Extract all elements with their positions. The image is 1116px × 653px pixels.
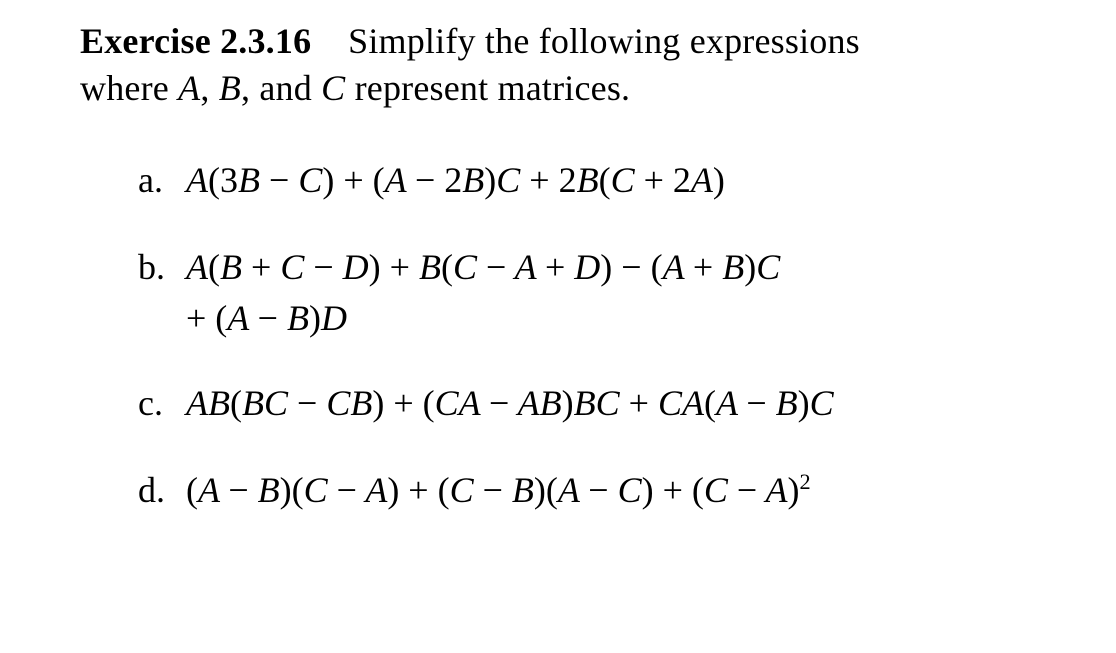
problem-a: a. A(3B − C) + (A − 2B)C + 2B(C + 2A)	[138, 158, 1116, 203]
problem-letter: b.	[138, 245, 186, 290]
problem-expression: A(3B − C) + (A − 2B)C + 2B(C + 2A)	[186, 158, 725, 203]
sep-2: , and	[241, 68, 321, 108]
prompt-text-2: where	[80, 68, 178, 108]
problem-letter: d.	[138, 468, 186, 513]
problem-expression: A(B + C − D) + B(C − A + D) − (A + B)C+ …	[186, 245, 780, 341]
document-page: Exercise 2.3.16 Simplify the following e…	[0, 0, 1116, 513]
problem-letter: c.	[138, 381, 186, 426]
var-a: A	[178, 68, 200, 108]
var-b: B	[219, 68, 241, 108]
prompt-text-1: Simplify the following expressions	[348, 21, 860, 61]
problem-list: a. A(3B − C) + (A − 2B)C + 2B(C + 2A) b.…	[80, 158, 1116, 513]
exercise-number: Exercise 2.3.16	[80, 21, 311, 61]
prompt-text-3: represent matrices.	[345, 68, 630, 108]
var-c: C	[321, 68, 345, 108]
sep-1: ,	[200, 68, 218, 108]
exercise-intro: Exercise 2.3.16 Simplify the following e…	[80, 18, 1116, 112]
problem-letter: a.	[138, 158, 186, 203]
problem-expression: (A − B)(C − A) + (C − B)(A − C) + (C − A…	[186, 468, 811, 513]
problem-expression: AB(BC − CB) + (CA − AB)BC + CA(A − B)C	[186, 381, 834, 426]
problem-c: c. AB(BC − CB) + (CA − AB)BC + CA(A − B)…	[138, 381, 1116, 426]
problem-b: b. A(B + C − D) + B(C − A + D) − (A + B)…	[138, 245, 1116, 341]
problem-d: d. (A − B)(C − A) + (C − B)(A − C) + (C …	[138, 468, 1116, 513]
